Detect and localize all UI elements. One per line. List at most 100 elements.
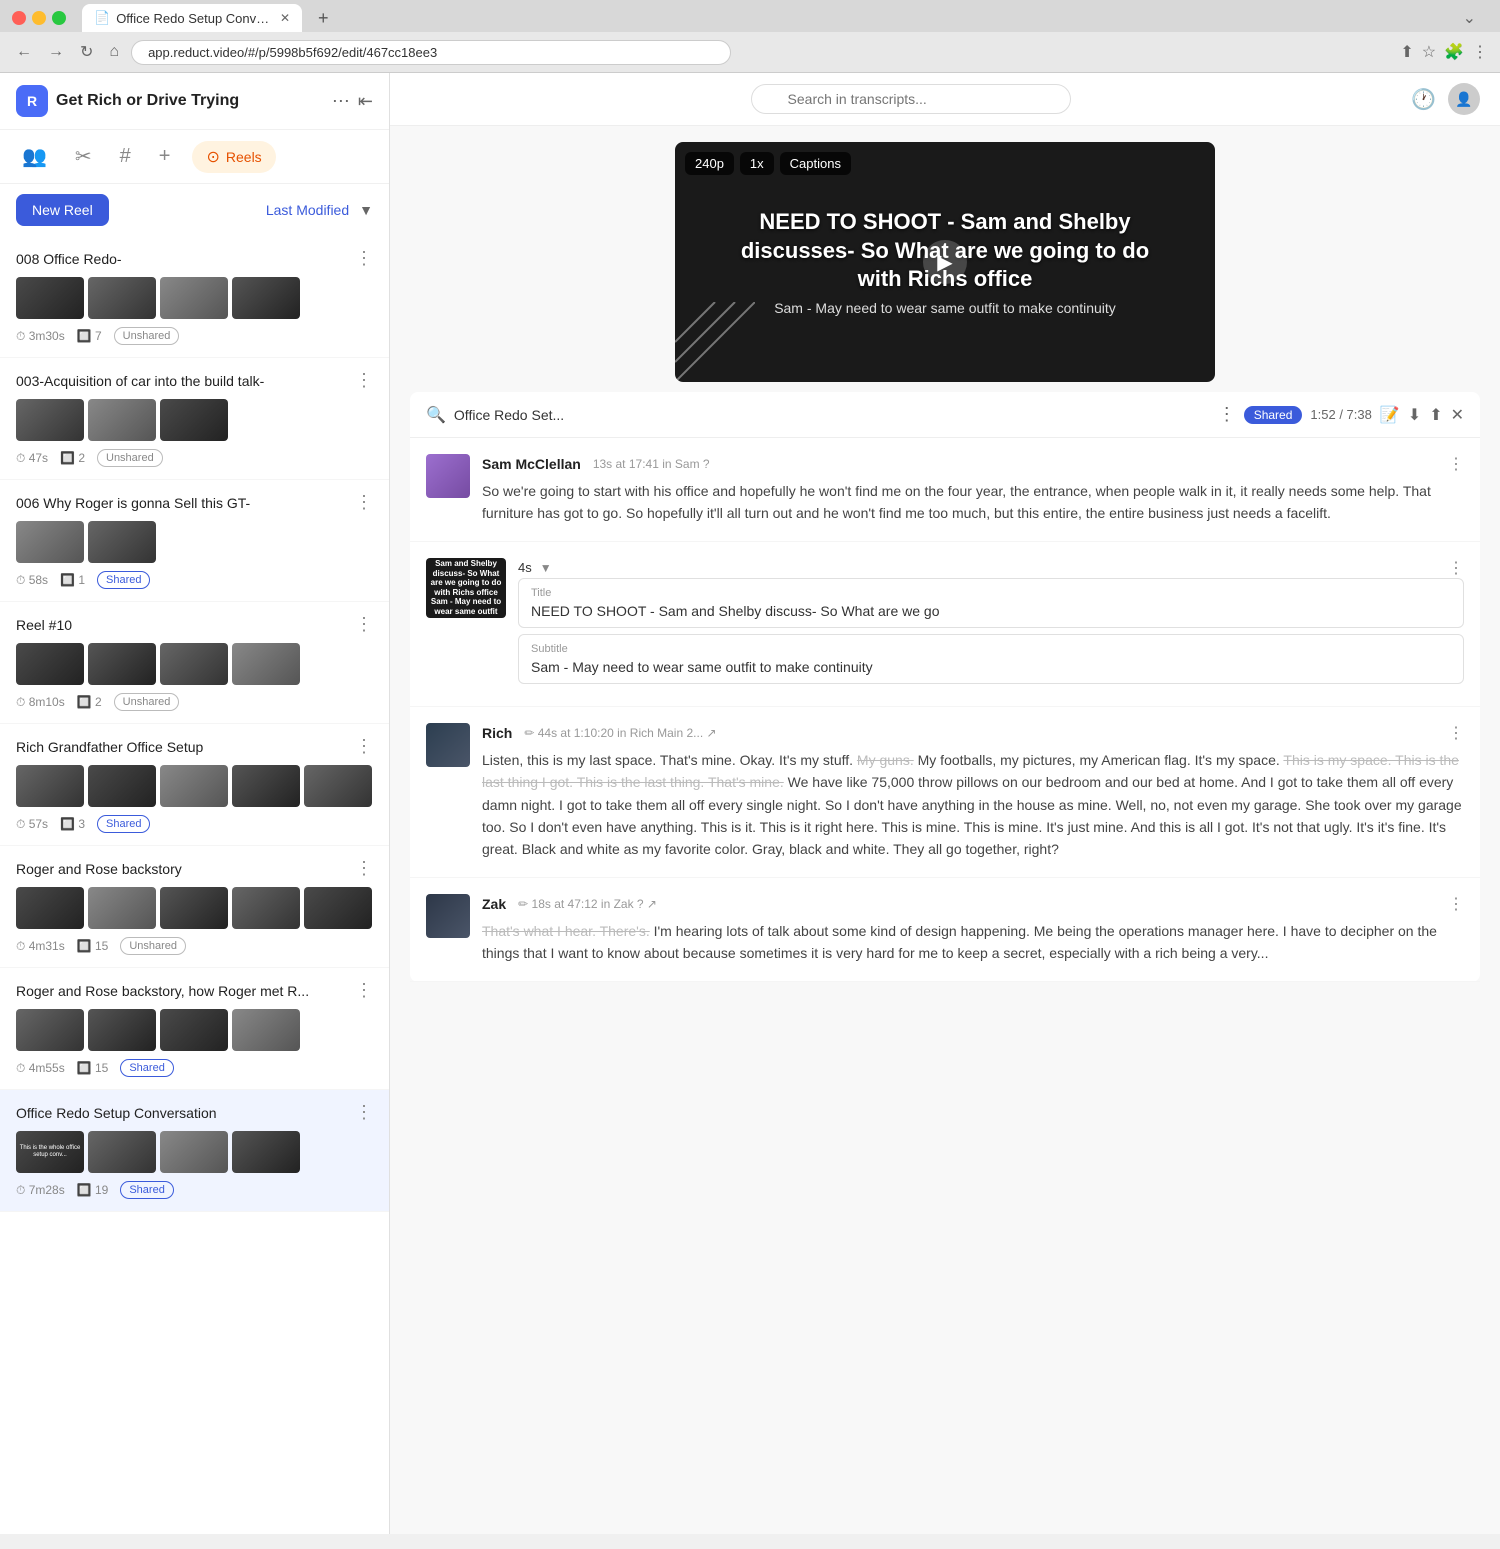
bookmark-icon[interactable]: ☆	[1422, 42, 1436, 62]
export-icon[interactable]: ⬆	[1429, 405, 1442, 425]
reel-item[interactable]: Rich Grandfather Office Setup ⋮ ⏱ 57s 🔲 …	[0, 724, 389, 846]
thumb	[232, 887, 300, 929]
quality-button[interactable]: 240p	[685, 152, 734, 175]
title-more-icon[interactable]: ⋮	[1448, 558, 1464, 578]
history-icon[interactable]: 🕐	[1411, 87, 1436, 112]
reels-icon: ⊙	[206, 147, 219, 167]
avatar-image	[426, 454, 470, 498]
extension-icon[interactable]: 🧩	[1444, 42, 1464, 62]
active-tab[interactable]: 📄 Office Redo Setup Conversati... ✕	[82, 4, 302, 32]
search-input[interactable]	[751, 84, 1071, 114]
reel-more-icon[interactable]: ⋮	[355, 248, 373, 269]
close-panel-icon[interactable]: ✕	[1451, 405, 1464, 425]
reel-more-icon[interactable]: ⋮	[355, 1102, 373, 1123]
reel-more-icon[interactable]: ⋮	[355, 370, 373, 391]
speed-button[interactable]: 1x	[740, 152, 774, 175]
new-reel-button[interactable]: New Reel	[16, 194, 109, 226]
browser-menu-icon[interactable]: ⋮	[1472, 42, 1488, 62]
reel-item-active[interactable]: Office Redo Setup Conversation ⋮ This is…	[0, 1090, 389, 1212]
reel-thumbnails	[16, 765, 373, 807]
shared-badge: Shared	[1244, 406, 1303, 424]
more-options-icon[interactable]: ⋯	[332, 91, 350, 112]
reel-meta: ⏱ 3m30s 🔲 7 Unshared	[16, 327, 373, 345]
tab-list-icon[interactable]: ⌄	[1463, 8, 1488, 28]
duration-dropdown-icon[interactable]: ▼	[540, 561, 552, 575]
sort-label[interactable]: Last Modified	[266, 202, 349, 218]
download-icon[interactable]: ⬇	[1408, 405, 1421, 425]
share-icon[interactable]: ⬆	[1400, 42, 1413, 62]
title-label: Title	[531, 587, 1451, 599]
video-player[interactable]: 240p 1x Captions NEED TO SHOOT - Sam and…	[675, 142, 1215, 382]
entry-more-icon[interactable]: ⋮	[1448, 454, 1464, 474]
reels-button[interactable]: ⊙ Reels	[192, 141, 275, 173]
video-overlay-subtitle: Sam - May need to wear same outfit to ma…	[705, 300, 1185, 316]
reel-thumbnails	[16, 1009, 373, 1051]
reel-item[interactable]: 008 Office Redo- ⋮ ⏱ 3m30s 🔲 7 Unshared	[0, 236, 389, 358]
maximize-window-btn[interactable]	[52, 11, 66, 25]
forward-button[interactable]: →	[44, 39, 68, 65]
sidebar-nav: 👥 ✂ # + ⊙ Reels	[0, 130, 389, 184]
reel-more-icon[interactable]: ⋮	[355, 492, 373, 513]
reel-title: Rich Grandfather Office Setup	[16, 739, 355, 755]
entry-more-icon[interactable]: ⋮	[1448, 894, 1464, 914]
captions-button[interactable]: Captions	[780, 152, 851, 175]
clip-count: 🔲 3	[60, 817, 85, 831]
thumb	[88, 521, 156, 563]
url-input[interactable]	[131, 40, 731, 65]
collapse-sidebar-icon[interactable]: ⇤	[358, 91, 373, 112]
entry-header: Rich ✏ 44s at 1:10:20 in Rich Main 2... …	[482, 723, 1464, 743]
reel-more-icon[interactable]: ⋮	[355, 614, 373, 635]
add-icon[interactable]: +	[153, 139, 177, 174]
reel-item[interactable]: 003-Acquisition of car into the build ta…	[0, 358, 389, 480]
video-controls: 240p 1x Captions	[685, 152, 851, 175]
reel-more-icon[interactable]: ⋮	[355, 858, 373, 879]
title-field[interactable]: Title NEED TO SHOOT - Sam and Shelby dis…	[518, 578, 1464, 628]
entry-avatar-sam	[426, 454, 470, 498]
reload-button[interactable]: ↻	[76, 38, 97, 66]
hashtag-icon[interactable]: #	[114, 139, 137, 174]
reel-more-icon[interactable]: ⋮	[355, 980, 373, 1001]
sort-arrow-icon[interactable]: ▼	[359, 202, 373, 218]
transcript-more-icon[interactable]: ⋮	[1218, 404, 1236, 425]
reel-more-icon[interactable]: ⋮	[355, 736, 373, 757]
reel-item[interactable]: Roger and Rose backstory, how Roger met …	[0, 968, 389, 1090]
strikethrough-text: This is my space. This is the last thing…	[482, 752, 1459, 790]
reel-thumbnails	[16, 399, 373, 441]
reel-item[interactable]: Roger and Rose backstory ⋮ ⏱ 4m31s 🔲 15 …	[0, 846, 389, 968]
minimize-window-btn[interactable]	[32, 11, 46, 25]
thumb	[88, 1131, 156, 1173]
people-icon[interactable]: 👥	[16, 138, 53, 175]
home-button[interactable]: ⌂	[105, 39, 123, 65]
entry-text: So we're going to start with his office …	[482, 480, 1464, 525]
tab-title: Office Redo Setup Conversati...	[116, 11, 274, 26]
user-avatar[interactable]: 👤	[1448, 83, 1480, 115]
scissors-icon[interactable]: ✂	[69, 138, 98, 175]
edit-icon[interactable]: 📝	[1380, 405, 1400, 425]
clip-count: 🔲 15	[77, 1061, 109, 1075]
thumb	[88, 765, 156, 807]
thumb: This is the whole office setup conv...	[16, 1131, 84, 1173]
clip-meta: 13s at 17:41 in Sam ?	[593, 457, 710, 471]
subtitle-field[interactable]: Subtitle Sam - May need to wear same out…	[518, 634, 1464, 684]
clip-count: 🔲 2	[77, 695, 102, 709]
entry-more-icon[interactable]: ⋮	[1448, 723, 1464, 743]
reel-item[interactable]: 006 Why Roger is gonna Sell this GT- ⋮ ⏱…	[0, 480, 389, 602]
duration: ⏱ 47s	[16, 451, 48, 466]
reel-thumbnails	[16, 521, 373, 563]
video-section: 240p 1x Captions NEED TO SHOOT - Sam and…	[390, 126, 1500, 392]
play-button[interactable]: ▶	[923, 240, 967, 284]
reel-item[interactable]: Reel #10 ⋮ ⏱ 8m10s 🔲 2 Unshared	[0, 602, 389, 724]
clip-count: 🔲 1	[60, 573, 85, 587]
entry-content: Sam McClellan 13s at 17:41 in Sam ? ⋮ So…	[482, 454, 1464, 525]
action-icons: 📝 ⬇ ⬆ ✕	[1380, 405, 1464, 425]
back-button[interactable]: ←	[12, 39, 36, 65]
status-badge: Shared	[120, 1059, 173, 1077]
reel-meta: ⏱ 58s 🔲 1 Shared	[16, 571, 373, 589]
transcript-entry-title-card: NEED TO SHOOT - Sam and Shelby discuss- …	[410, 542, 1480, 707]
reel-list: 008 Office Redo- ⋮ ⏱ 3m30s 🔲 7 Unshared	[0, 236, 389, 1534]
close-window-btn[interactable]	[12, 11, 26, 25]
thumb	[16, 277, 84, 319]
thumb	[232, 1131, 300, 1173]
new-tab-button[interactable]: +	[312, 8, 335, 29]
tab-close-icon[interactable]: ✕	[280, 11, 290, 25]
